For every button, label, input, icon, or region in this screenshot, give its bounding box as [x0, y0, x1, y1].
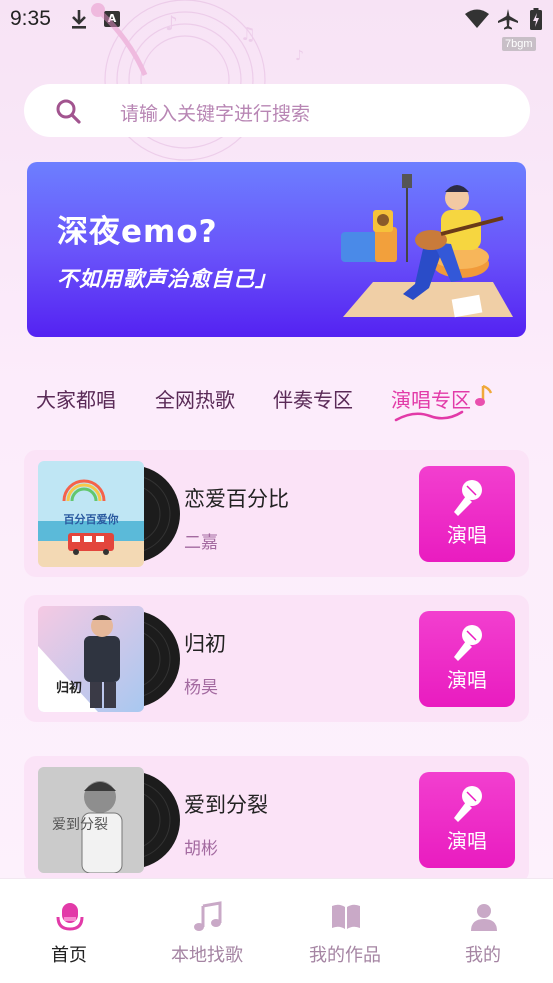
album-cover: 归初 [38, 606, 144, 712]
song-title: 归初 [184, 632, 226, 656]
wifi-icon [465, 9, 489, 28]
microphone-icon [454, 786, 482, 822]
search-icon[interactable] [55, 98, 81, 124]
music-note-icon [194, 901, 222, 931]
song-artist: 杨昊 [184, 678, 218, 698]
nav-label: 我的作品 [309, 945, 381, 966]
album-art: 归初 [38, 606, 180, 712]
sing-button[interactable]: 演唱 [419, 611, 515, 707]
search-bar[interactable]: 请输入关键字进行搜索 [24, 84, 530, 137]
nav-my-works[interactable]: 我的作品 [276, 879, 414, 983]
sing-button[interactable]: 演唱 [419, 466, 515, 562]
active-tab-indicator [394, 410, 464, 422]
song-artist: 胡彬 [184, 839, 218, 859]
watermark: 7bgm [502, 37, 536, 51]
nav-label: 本地找歌 [171, 945, 243, 966]
banner-title: 深夜emo? [57, 214, 218, 250]
sing-button-label: 演唱 [447, 829, 487, 853]
album-cover-image-portrait: 归初 [38, 606, 144, 712]
sing-button-label: 演唱 [447, 523, 487, 547]
airplane-mode-icon [498, 9, 518, 30]
song-card[interactable]: 百分百爱你 恋爱百分比 二嘉 演唱 [24, 450, 529, 577]
promo-banner[interactable]: 深夜emo? 不如用歌声治愈自己」 [27, 162, 526, 337]
svg-text:♪: ♪ [165, 11, 178, 35]
mic-icon [56, 903, 84, 931]
nav-home[interactable]: 首页 [0, 879, 138, 983]
battery-icon [530, 8, 542, 30]
svg-text:♫: ♫ [240, 24, 256, 45]
song-artist: 二嘉 [184, 533, 218, 553]
bottom-navigation: 首页 本地找歌 我的作品 我的 [0, 878, 553, 983]
nav-label: 首页 [51, 945, 87, 966]
microphone-icon [454, 625, 482, 661]
svg-text:♪: ♪ [295, 48, 304, 64]
sing-button[interactable]: 演唱 [419, 772, 515, 868]
microphone-icon [454, 480, 482, 516]
tab-everyone-sings[interactable]: 大家都唱 [36, 384, 116, 413]
music-note-icon [475, 384, 493, 406]
nav-label: 我的 [465, 945, 501, 966]
album-cover: 百分百爱你 [38, 461, 144, 567]
banner-subtitle: 不如用歌声治愈自己」 [57, 267, 277, 291]
album-cover-image-sea: 百分百爱你 [38, 461, 144, 567]
album-cover-text: 归初 [56, 680, 82, 696]
album-cover-text: 爱到分裂 [52, 817, 108, 833]
sing-button-label: 演唱 [447, 668, 487, 692]
album-art: 百分百爱你 [38, 461, 180, 567]
song-card[interactable]: 爱到分裂 爱到分裂 胡彬 演唱 [24, 756, 529, 883]
book-icon [332, 904, 360, 929]
user-icon [471, 904, 497, 931]
category-tabs: 大家都唱 全网热歌 伴奏专区 演唱专区 [0, 380, 553, 430]
song-card[interactable]: 归初 归初 杨昊 演唱 [24, 595, 529, 722]
tab-accompaniment[interactable]: 伴奏专区 [273, 384, 353, 413]
tab-hot-songs[interactable]: 全网热歌 [155, 384, 235, 413]
album-art: 爱到分裂 [38, 767, 180, 873]
status-time: 9:35 [10, 7, 51, 30]
guitar-player-illustration [341, 174, 513, 318]
album-cover-image-bw: 爱到分裂 [38, 767, 144, 873]
search-input[interactable]: 请输入关键字进行搜索 [120, 99, 310, 126]
song-title: 爱到分裂 [184, 793, 268, 817]
album-cover: 爱到分裂 [38, 767, 144, 873]
song-title: 恋爱百分比 [184, 487, 289, 511]
album-cover-text: 百分百爱你 [64, 512, 119, 526]
nav-profile[interactable]: 我的 [414, 879, 552, 983]
nav-local-songs[interactable]: 本地找歌 [138, 879, 276, 983]
